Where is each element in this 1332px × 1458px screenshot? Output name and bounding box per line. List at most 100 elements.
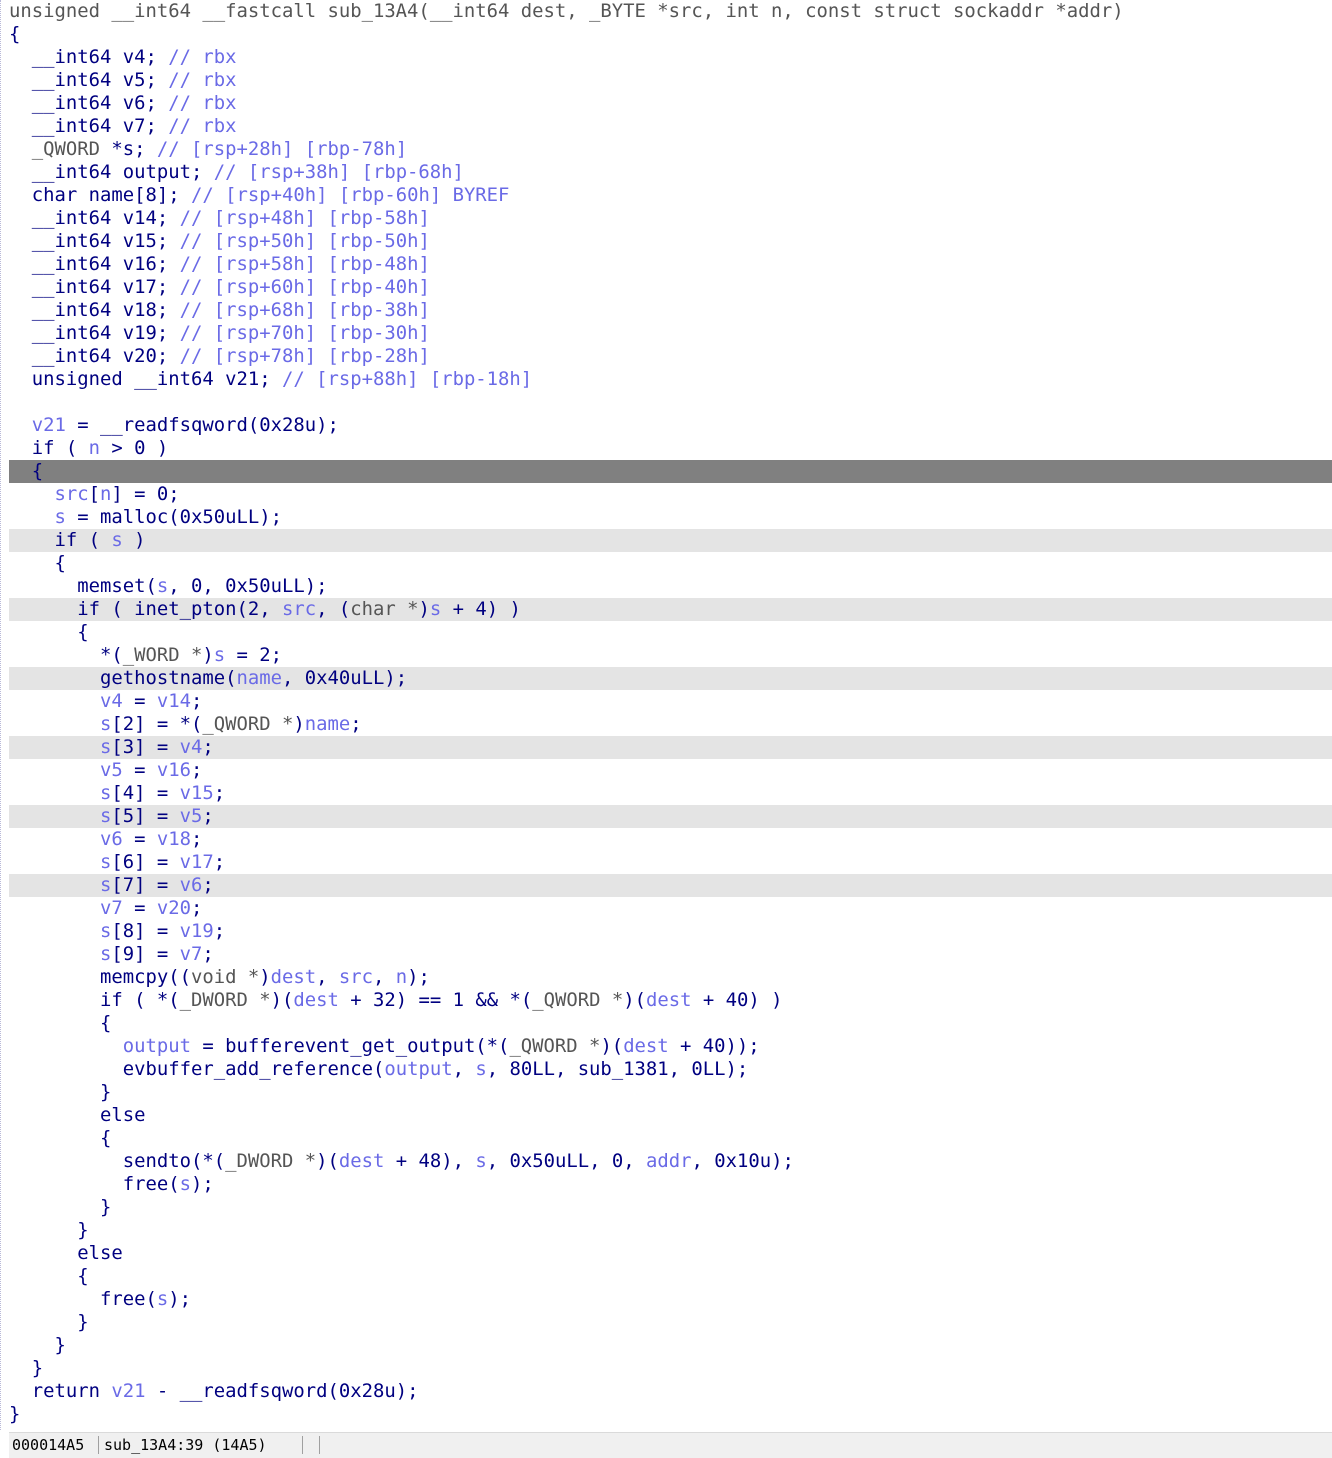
code-line[interactable]: __int64 v6; // rbx xyxy=(0,92,1332,115)
code-token[interactable]: s xyxy=(100,736,111,758)
code-line[interactable]: *(_WORD *)s = 2; xyxy=(0,644,1332,667)
code-token[interactable]: v17 xyxy=(180,851,214,873)
code-token[interactable]: dest xyxy=(271,966,317,988)
code-line[interactable]: __int64 v19; // [rsp+70h] [rbp-30h] xyxy=(0,322,1332,345)
code-line[interactable]: } xyxy=(0,1219,1332,1242)
code-line[interactable]: } xyxy=(0,1403,1332,1426)
code-line[interactable]: s[2] = *(_QWORD *)name; xyxy=(0,713,1332,736)
code-token[interactable]: v18 xyxy=(157,828,191,850)
code-token[interactable]: dest xyxy=(623,1035,669,1057)
code-line[interactable]: if ( inet_pton(2, src, (char *)s + 4) ) xyxy=(9,598,1332,621)
code-line[interactable]: else xyxy=(0,1242,1332,1265)
code-line[interactable]: { xyxy=(0,552,1332,575)
code-token[interactable]: v14 xyxy=(157,690,191,712)
code-token[interactable]: v6 xyxy=(180,874,203,896)
code-token[interactable]: s xyxy=(100,782,111,804)
code-token[interactable]: v20 xyxy=(157,897,191,919)
code-token[interactable]: v4 xyxy=(180,736,203,758)
code-line[interactable]: __int64 output; // [rsp+38h] [rbp-68h] xyxy=(0,161,1332,184)
code-line[interactable]: s[5] = v5; xyxy=(9,805,1332,828)
code-token[interactable]: s xyxy=(430,598,441,620)
code-line[interactable]: evbuffer_add_reference(output, s, 80LL, … xyxy=(0,1058,1332,1081)
code-line[interactable]: } xyxy=(0,1334,1332,1357)
code-token[interactable]: name xyxy=(236,667,282,689)
code-line[interactable]: s[3] = v4; xyxy=(9,736,1332,759)
code-token[interactable]: s xyxy=(100,943,111,965)
code-line[interactable] xyxy=(0,391,1332,414)
code-line[interactable]: __int64 v20; // [rsp+78h] [rbp-28h] xyxy=(0,345,1332,368)
code-line[interactable]: src[n] = 0; xyxy=(0,483,1332,506)
code-token[interactable]: v7 xyxy=(100,897,123,919)
code-line[interactable]: gethostname(name, 0x40uLL); xyxy=(9,667,1332,690)
code-line[interactable]: free(s); xyxy=(0,1173,1332,1196)
code-token[interactable]: v19 xyxy=(180,920,214,942)
code-line[interactable]: __int64 v4; // rbx xyxy=(0,46,1332,69)
code-token[interactable]: addr xyxy=(646,1150,692,1172)
code-line[interactable]: return v21 - __readfsqword(0x28u); xyxy=(0,1380,1332,1403)
code-line[interactable]: v7 = v20; xyxy=(0,897,1332,920)
code-line[interactable]: s[4] = v15; xyxy=(0,782,1332,805)
code-line[interactable]: unsigned __int64 __fastcall sub_13A4(__i… xyxy=(0,0,1332,23)
code-line[interactable]: { xyxy=(0,1012,1332,1035)
code-line[interactable]: unsigned __int64 v21; // [rsp+88h] [rbp-… xyxy=(0,368,1332,391)
code-line[interactable]: v5 = v16; xyxy=(0,759,1332,782)
code-line[interactable]: __int64 v18; // [rsp+68h] [rbp-38h] xyxy=(0,299,1332,322)
code-line[interactable]: { xyxy=(0,621,1332,644)
code-token[interactable]: dest xyxy=(339,1150,385,1172)
code-line[interactable]: { xyxy=(0,23,1332,46)
code-token[interactable]: s xyxy=(100,805,111,827)
code-line[interactable]: __int64 v7; // rbx xyxy=(0,115,1332,138)
code-token[interactable]: s xyxy=(157,1288,168,1310)
code-line[interactable]: memset(s, 0, 0x50uLL); xyxy=(0,575,1332,598)
code-line[interactable]: char name[8]; // [rsp+40h] [rbp-60h] BYR… xyxy=(0,184,1332,207)
code-line[interactable]: if ( s ) xyxy=(9,529,1332,552)
code-token[interactable]: v6 xyxy=(100,828,123,850)
code-token[interactable]: v15 xyxy=(180,782,214,804)
code-line[interactable]: s[8] = v19; xyxy=(0,920,1332,943)
code-line[interactable]: memcpy((void *)dest, src, n); xyxy=(0,966,1332,989)
code-line[interactable]: _QWORD *s; // [rsp+28h] [rbp-78h] xyxy=(0,138,1332,161)
code-line[interactable]: { xyxy=(0,1265,1332,1288)
code-token[interactable]: s xyxy=(475,1058,486,1080)
code-token[interactable]: src xyxy=(339,966,373,988)
code-line[interactable]: } xyxy=(0,1081,1332,1104)
code-line[interactable]: } xyxy=(0,1196,1332,1219)
code-token[interactable]: s xyxy=(100,713,111,735)
code-token[interactable]: s xyxy=(475,1150,486,1172)
code-line[interactable]: v4 = v14; xyxy=(0,690,1332,713)
code-token[interactable]: s xyxy=(180,1173,191,1195)
code-token[interactable]: dest xyxy=(646,989,692,1011)
code-token[interactable]: s xyxy=(100,920,111,942)
code-line[interactable]: s[7] = v6; xyxy=(9,874,1332,897)
code-token[interactable]: s xyxy=(100,851,111,873)
code-line[interactable]: s = malloc(0x50uLL); xyxy=(0,506,1332,529)
code-token[interactable]: s xyxy=(214,644,225,666)
code-token[interactable]: name xyxy=(305,713,351,735)
code-line[interactable]: __int64 v16; // [rsp+58h] [rbp-48h] xyxy=(0,253,1332,276)
code-token[interactable]: output xyxy=(123,1035,191,1057)
code-token[interactable]: output xyxy=(384,1058,452,1080)
code-token[interactable]: s xyxy=(111,529,122,551)
code-line[interactable]: if ( *(_DWORD *)(dest + 32) == 1 && *(_Q… xyxy=(0,989,1332,1012)
code-token[interactable]: dest xyxy=(293,989,339,1011)
code-line[interactable]: __int64 v5; // rbx xyxy=(0,69,1332,92)
code-line[interactable]: __int64 v17; // [rsp+60h] [rbp-40h] xyxy=(0,276,1332,299)
code-token[interactable]: s xyxy=(55,506,66,528)
code-token[interactable]: v5 xyxy=(100,759,123,781)
code-token[interactable]: v7 xyxy=(180,943,203,965)
code-line[interactable]: } xyxy=(0,1357,1332,1380)
code-line[interactable]: else xyxy=(0,1104,1332,1127)
code-token[interactable]: s xyxy=(100,874,111,896)
code-line[interactable]: s[9] = v7; xyxy=(0,943,1332,966)
code-line[interactable]: } xyxy=(0,1311,1332,1334)
code-line[interactable]: if ( n > 0 ) xyxy=(0,437,1332,460)
code-token[interactable]: n xyxy=(100,483,111,505)
code-line[interactable]: __int64 v14; // [rsp+48h] [rbp-58h] xyxy=(0,207,1332,230)
code-token[interactable]: v21 xyxy=(111,1380,145,1402)
code-token[interactable]: n xyxy=(89,437,100,459)
code-line[interactable]: v6 = v18; xyxy=(0,828,1332,851)
code-line[interactable]: free(s); xyxy=(0,1288,1332,1311)
code-token[interactable]: v16 xyxy=(157,759,191,781)
code-line[interactable]: __int64 v15; // [rsp+50h] [rbp-50h] xyxy=(0,230,1332,253)
code-token[interactable]: n xyxy=(396,966,407,988)
